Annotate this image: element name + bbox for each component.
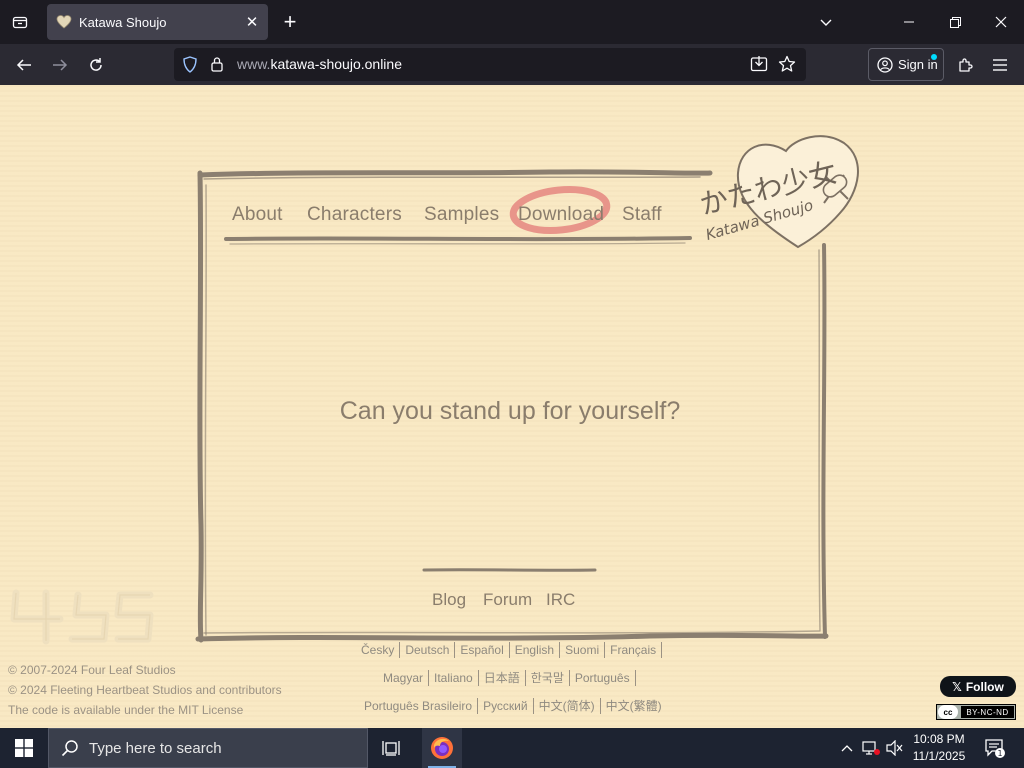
license-note: The code is available under the MIT Lice… xyxy=(8,703,244,717)
clock-time: 10:08 PM xyxy=(913,732,965,746)
save-to-pocket-icon[interactable] xyxy=(750,55,768,78)
language-link[interactable]: 中文(简体) xyxy=(534,698,601,714)
lock-icon[interactable] xyxy=(210,56,224,77)
notification-count: 1 xyxy=(997,749,1002,758)
back-arrow-icon[interactable] xyxy=(8,49,40,81)
four-leaf-studios-logo xyxy=(10,589,154,645)
network-icon[interactable] xyxy=(860,728,882,768)
language-link[interactable]: English xyxy=(510,642,561,658)
language-link[interactable]: Suomi xyxy=(560,642,606,658)
new-tab-icon[interactable]: + xyxy=(274,6,306,38)
browser-tab-bar: Katawa Shoujo ✕ + xyxy=(0,0,1024,44)
heart-favicon-icon xyxy=(56,14,72,30)
clock-date: 11/1/2025 xyxy=(912,749,966,763)
notification-dot xyxy=(931,54,937,60)
taskbar-search-box[interactable]: Type here to search xyxy=(48,728,368,768)
minimize-window-icon[interactable] xyxy=(886,0,932,44)
extensions-puzzle-icon[interactable] xyxy=(950,49,982,81)
tagline: Can you stand up for yourself? xyxy=(339,397,681,425)
creative-commons-badge[interactable]: cc BY-NC-ND xyxy=(936,704,1016,720)
notification-center-icon[interactable]: 1 xyxy=(980,728,1010,768)
footer-link-blog[interactable]: Blog xyxy=(432,590,466,610)
cc-license-label: BY-NC-ND xyxy=(961,706,1014,718)
language-row-3: Português Brasileiro Русский 中文(简体) 中文(繁… xyxy=(359,698,667,714)
language-link[interactable]: 日本語 xyxy=(479,670,526,686)
firefox-taskbar-icon[interactable] xyxy=(422,728,462,768)
language-link[interactable]: Português Brasileiro xyxy=(359,698,479,714)
search-placeholder: Type here to search xyxy=(89,739,222,757)
language-link[interactable]: Português xyxy=(570,670,636,686)
language-link[interactable]: Español xyxy=(455,642,510,658)
menu-item-characters[interactable]: Characters xyxy=(307,204,402,226)
menu-item-about[interactable]: About xyxy=(232,204,283,226)
web-page: About Characters Samples Download Staff … xyxy=(0,85,1024,728)
language-link[interactable]: Italiano xyxy=(429,670,479,686)
footer-link-irc[interactable]: IRC xyxy=(546,590,575,610)
close-tab-icon[interactable]: ✕ xyxy=(240,10,264,34)
search-icon xyxy=(61,740,78,757)
system-clock[interactable]: 10:08 PM 11/1/2025 xyxy=(906,731,972,765)
language-link[interactable]: Français xyxy=(605,642,663,658)
cc-logo-icon: cc xyxy=(938,705,958,719)
x-logo-icon: 𝕏 xyxy=(952,679,962,694)
menu-item-samples[interactable]: Samples xyxy=(424,204,499,226)
forward-arrow-icon[interactable] xyxy=(44,49,76,81)
task-view-icon[interactable] xyxy=(372,728,412,768)
windows-start-icon[interactable] xyxy=(0,728,48,768)
footer-link-forum[interactable]: Forum xyxy=(483,590,532,610)
language-link[interactable]: Русский xyxy=(478,698,534,714)
show-hidden-icons-chevron-icon[interactable] xyxy=(838,728,856,768)
katawa-shoujo-logo[interactable]: かたわ少女 Katawa Shoujo xyxy=(694,133,866,258)
url-text[interactable]: www.katawa-shoujo.online xyxy=(237,56,402,72)
x-follow-button[interactable]: 𝕏 Follow xyxy=(940,676,1016,697)
account-icon xyxy=(877,56,893,73)
copyright-four-leaf: © 2007-2024 Four Leaf Studios xyxy=(8,663,176,677)
windows-taskbar: Type here to search 10:08 PM 11/1/2025 1 xyxy=(0,728,1024,768)
sign-in-button[interactable]: Sign in xyxy=(868,48,944,81)
menu-item-staff[interactable]: Staff xyxy=(622,204,662,226)
language-row-2: Magyar Italiano 日本語 한국말 Português xyxy=(378,670,636,686)
tab-title: Katawa Shoujo xyxy=(79,14,167,30)
language-link[interactable]: Deutsch xyxy=(400,642,456,658)
menu-item-download[interactable]: Download xyxy=(518,204,604,226)
tracking-protection-shield-icon[interactable] xyxy=(182,56,198,78)
reload-icon[interactable] xyxy=(80,49,112,81)
browser-tab-active[interactable]: Katawa Shoujo ✕ xyxy=(47,4,268,40)
language-link[interactable]: 한국말 xyxy=(526,670,570,686)
volume-muted-icon[interactable] xyxy=(884,728,906,768)
bookmark-star-icon[interactable] xyxy=(778,55,796,78)
tab-list-icon[interactable] xyxy=(4,6,36,38)
language-link[interactable]: Magyar xyxy=(378,670,430,686)
restore-window-icon[interactable] xyxy=(932,0,978,44)
address-bar[interactable]: www.katawa-shoujo.online xyxy=(174,48,806,81)
close-window-icon[interactable] xyxy=(978,0,1024,44)
language-row-1: Česky Deutsch Español English Suomi Fran… xyxy=(356,642,663,658)
follow-label: Follow xyxy=(965,679,1004,694)
language-link[interactable]: Česky xyxy=(356,642,401,658)
language-link[interactable]: 中文(繁體) xyxy=(601,698,667,714)
copyright-fleeting-heartbeat: © 2024 Fleeting Heartbeat Studios and co… xyxy=(8,683,282,697)
hamburger-menu-icon[interactable] xyxy=(984,49,1016,81)
browser-nav-bar: www.katawa-shoujo.online Sign in xyxy=(0,44,1024,85)
chevron-down-icon[interactable] xyxy=(810,6,842,38)
